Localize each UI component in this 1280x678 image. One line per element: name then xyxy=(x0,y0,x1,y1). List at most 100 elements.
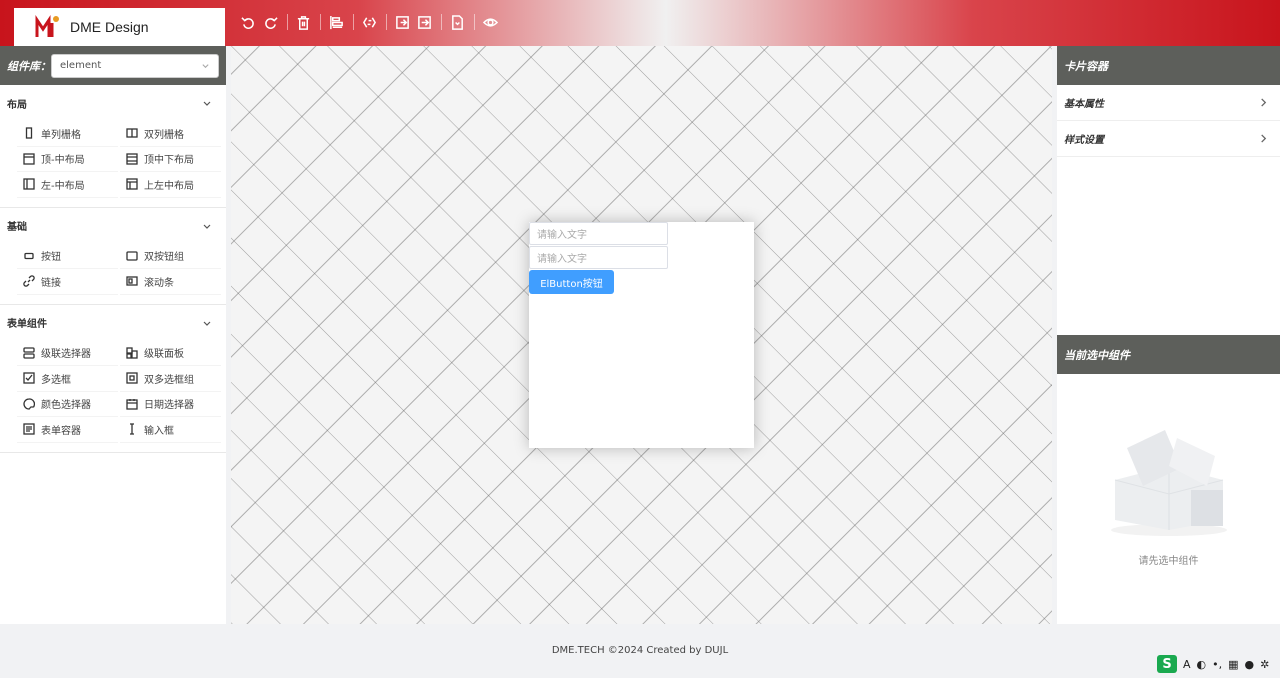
double-button-icon xyxy=(126,251,138,261)
color-picker-icon xyxy=(23,398,35,410)
item-label: 表单容器 xyxy=(41,425,81,437)
component-left-main-layout[interactable]: 左-中布局 xyxy=(17,172,118,198)
panel-title: 卡片容器 xyxy=(1057,46,1280,85)
empty-box-icon xyxy=(1111,430,1227,536)
card-container[interactable]: 请输入文字 请输入文字 ElButton按钮 xyxy=(529,222,754,448)
toolbar-divider xyxy=(474,14,475,30)
toolbar-divider xyxy=(353,14,354,30)
component-form-container[interactable]: 表单容器 xyxy=(17,417,118,443)
logo-text: DME Design xyxy=(70,19,149,35)
item-label: 多选框 xyxy=(41,374,71,386)
basic-properties-row[interactable]: 基本属性 xyxy=(1057,85,1280,121)
calendar-icon xyxy=(126,398,138,410)
library-select-value: element xyxy=(60,60,102,71)
el-button[interactable]: ElButton按钮 xyxy=(529,270,614,294)
item-label: 输入框 xyxy=(144,425,174,437)
text-input[interactable]: 请输入文字 xyxy=(529,222,668,245)
ime-logo[interactable]: S xyxy=(1157,655,1177,673)
group-title: 基础 xyxy=(7,222,27,233)
component-cascader[interactable]: 级联选择器 xyxy=(17,341,118,366)
item-label: 级联选择器 xyxy=(41,349,91,361)
chevron-down-icon xyxy=(202,64,209,69)
group-form: 表单组件 级联选择器 级联面板 多选框 双多选框组 颜色选择器 日期选择器 表单… xyxy=(0,305,226,453)
export-icon[interactable] xyxy=(414,12,434,32)
item-label: 双列栅格 xyxy=(144,129,184,141)
component-date-picker[interactable]: 日期选择器 xyxy=(120,392,221,417)
logo[interactable]: DME Design xyxy=(14,8,225,46)
checkbox-icon xyxy=(23,372,35,384)
component-input[interactable]: 输入框 xyxy=(120,417,221,443)
top-left-main-layout-icon xyxy=(126,178,138,190)
top-main-bottom-layout-icon xyxy=(126,153,138,165)
component-checkbox-group[interactable]: 双多选框组 xyxy=(120,366,221,392)
import-icon[interactable] xyxy=(392,12,412,32)
item-label: 顶-中布局 xyxy=(41,155,85,167)
library-select[interactable]: element xyxy=(51,53,219,78)
component-link[interactable]: 链接 xyxy=(17,269,118,295)
undo-icon[interactable] xyxy=(238,12,258,32)
component-double-column[interactable]: 双列栅格 xyxy=(120,121,221,147)
item-label: 级联面板 xyxy=(144,349,184,361)
single-column-icon xyxy=(25,127,33,139)
item-label: 按钮 xyxy=(41,252,61,264)
settings-icon[interactable]: ✲ xyxy=(1260,658,1269,671)
group-layout: 布局 单列栅格 双列栅格 顶-中布局 顶中下布局 左-中布局 上左中布局 xyxy=(0,85,226,208)
component-checkbox[interactable]: 多选框 xyxy=(17,366,118,392)
text-input[interactable]: 请输入文字 xyxy=(529,246,668,269)
component-cascader-panel[interactable]: 级联面板 xyxy=(120,341,221,366)
group-title: 布局 xyxy=(7,99,27,111)
ime-toolbar: S A ◐ •, ▦ ● ✲ xyxy=(1157,654,1269,674)
component-button[interactable]: 按钮 xyxy=(17,244,118,269)
group-header[interactable]: 表单组件 xyxy=(0,305,226,341)
group-title: 表单组件 xyxy=(7,319,47,330)
style-settings-row[interactable]: 样式设置 xyxy=(1057,121,1280,157)
ime-mode[interactable]: A xyxy=(1183,658,1191,671)
toolbar-divider xyxy=(287,14,288,30)
punctuation-icon[interactable]: •, xyxy=(1212,658,1222,671)
chevron-down-icon xyxy=(203,224,211,229)
file-icon[interactable] xyxy=(447,12,467,32)
scrollbar-icon xyxy=(126,276,138,286)
design-canvas[interactable]: 请输入文字 请输入文字 ElButton按钮 xyxy=(231,46,1052,624)
user-icon[interactable]: ● xyxy=(1245,658,1255,671)
redo-icon[interactable] xyxy=(260,12,280,32)
checkbox-group-icon xyxy=(126,372,138,384)
item-label: 颜色选择器 xyxy=(41,400,91,412)
cascader-panel-icon xyxy=(126,347,138,359)
component-color-picker[interactable]: 颜色选择器 xyxy=(17,392,118,417)
item-label: 左-中布局 xyxy=(41,180,85,192)
chevron-right-icon xyxy=(1261,134,1267,143)
group-header[interactable]: 布局 xyxy=(0,85,226,121)
component-top-main-bottom-layout[interactable]: 顶中下布局 xyxy=(120,147,221,172)
item-label: 顶中下布局 xyxy=(144,155,194,167)
chevron-right-icon xyxy=(1261,98,1267,107)
align-icon[interactable] xyxy=(326,12,346,32)
component-top-left-main-layout[interactable]: 上左中布局 xyxy=(120,172,221,198)
component-top-main-layout[interactable]: 顶-中布局 xyxy=(17,147,118,172)
toolbar-divider xyxy=(441,14,442,30)
delete-icon[interactable] xyxy=(293,12,313,32)
item-label: 单列栅格 xyxy=(41,129,81,141)
toolbar-divider xyxy=(320,14,321,30)
preview-icon[interactable] xyxy=(480,12,500,32)
button-icon xyxy=(24,252,34,259)
component-single-column[interactable]: 单列栅格 xyxy=(17,121,118,147)
moon-icon[interactable]: ◐ xyxy=(1197,658,1207,671)
double-column-icon xyxy=(126,128,138,138)
item-label: 滚动条 xyxy=(144,277,174,289)
component-scrollbar[interactable]: 滚动条 xyxy=(120,269,221,295)
keyboard-icon[interactable]: ▦ xyxy=(1228,658,1238,671)
selected-component-title: 当前选中组件 xyxy=(1057,335,1280,374)
top-main-layout-icon xyxy=(23,153,35,165)
group-header[interactable]: 基础 xyxy=(0,208,226,244)
library-label: 组件库： xyxy=(7,59,51,73)
chevron-down-icon xyxy=(203,321,211,326)
code-icon[interactable] xyxy=(359,12,379,32)
item-label: 日期选择器 xyxy=(144,400,194,412)
chevron-down-icon xyxy=(203,101,211,106)
row-label: 基本属性 xyxy=(1064,99,1104,110)
item-label: 上左中布局 xyxy=(144,180,194,192)
component-double-button[interactable]: 双按钮组 xyxy=(120,244,221,269)
row-label: 样式设置 xyxy=(1064,135,1104,146)
form-container-icon xyxy=(23,423,35,435)
